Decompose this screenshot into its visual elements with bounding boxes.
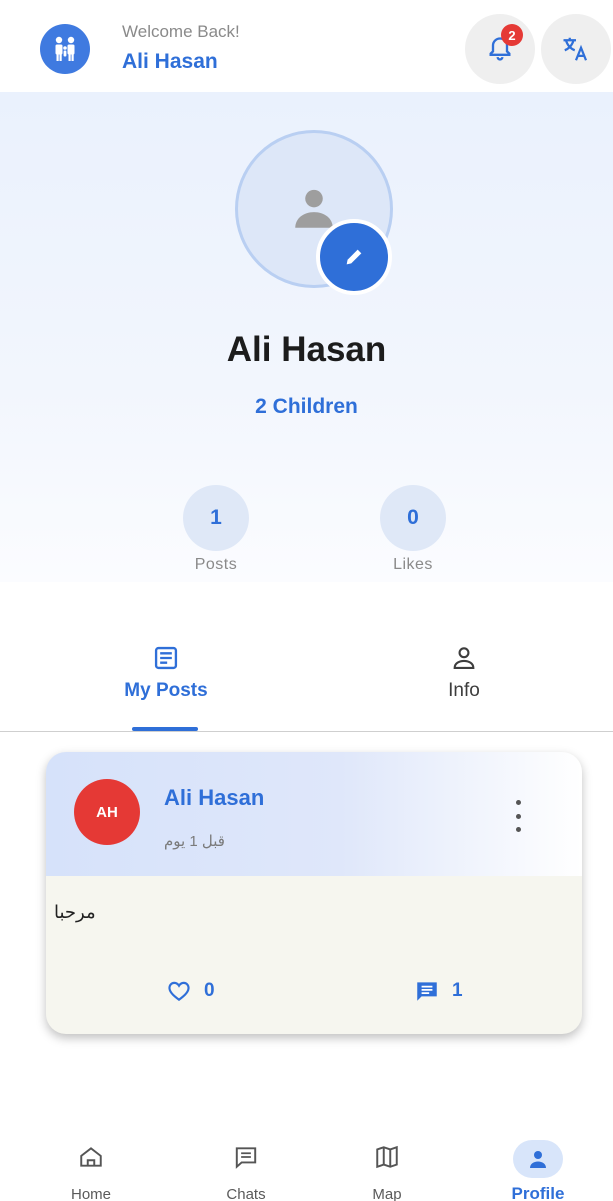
dot — [515, 800, 521, 805]
family-logo-icon — [40, 24, 90, 74]
notification-badge: 2 — [501, 24, 523, 46]
post-author-avatar: AH — [74, 779, 140, 845]
nav-home[interactable]: Home — [36, 1140, 146, 1201]
likes-label: Likes — [393, 556, 433, 573]
post-timestamp: قبل 1 يوم — [164, 833, 225, 850]
home-icon — [36, 1140, 146, 1174]
tab-info[interactable]: Info — [364, 644, 564, 702]
like-count: 0 — [204, 980, 215, 1001]
posts-label: Posts — [194, 556, 238, 573]
comment-count: 1 — [452, 980, 463, 1001]
post-body-text: مرحبا — [54, 902, 96, 922]
tab-my-posts[interactable]: My Posts — [66, 644, 266, 702]
notifications-button[interactable]: 2 — [465, 14, 535, 84]
post-header: AH Ali Hasan قبل 1 يوم — [46, 752, 582, 876]
translate-icon — [563, 37, 588, 61]
chat-icon — [191, 1140, 301, 1174]
posts-icon — [154, 646, 178, 670]
posts-count: 1 — [183, 485, 249, 551]
profile-header: Ali Hasan 2 Children 1 0 Posts Likes — [0, 92, 613, 582]
edit-avatar-button[interactable] — [316, 219, 392, 295]
nav-chats[interactable]: Chats — [191, 1140, 301, 1201]
pencil-icon — [346, 249, 362, 265]
bottom-navigation: Home Chats Map Profile — [0, 1120, 613, 1201]
tabs-divider — [0, 731, 613, 732]
top-bar: Welcome Back! Ali Hasan 2 — [0, 0, 613, 92]
header-user-name: Ali Hasan — [122, 50, 218, 73]
nav-chats-label: Chats — [226, 1186, 266, 1201]
map-icon — [332, 1140, 442, 1174]
nav-home-label: Home — [70, 1186, 111, 1201]
nav-map-label: Map — [372, 1186, 402, 1201]
comment-button[interactable]: 1 — [414, 978, 463, 1004]
heart-icon — [168, 981, 190, 1001]
nav-map[interactable]: Map — [332, 1140, 442, 1201]
nav-profile[interactable]: Profile — [483, 1140, 593, 1201]
dot — [515, 827, 521, 832]
dot — [515, 813, 521, 819]
comment-icon — [417, 982, 437, 1001]
profile-icon — [513, 1140, 563, 1178]
welcome-text: Welcome Back! — [122, 22, 240, 41]
post-author-name[interactable]: Ali Hasan — [164, 785, 264, 811]
translate-button[interactable] — [541, 14, 611, 84]
post-more-options-button[interactable] — [504, 800, 532, 832]
likes-count: 0 — [380, 485, 446, 551]
person-outline-icon — [453, 647, 475, 669]
tab-my-posts-label: My Posts — [124, 680, 208, 701]
tab-info-label: Info — [448, 680, 480, 701]
like-button[interactable]: 0 — [166, 978, 215, 1004]
children-count: 2 Children — [255, 395, 358, 418]
post-card[interactable]: AH Ali Hasan قبل 1 يوم مرحبا 0 1 — [46, 752, 582, 1034]
profile-name: Ali Hasan — [226, 330, 387, 369]
nav-profile-label: Profile — [511, 1184, 565, 1201]
